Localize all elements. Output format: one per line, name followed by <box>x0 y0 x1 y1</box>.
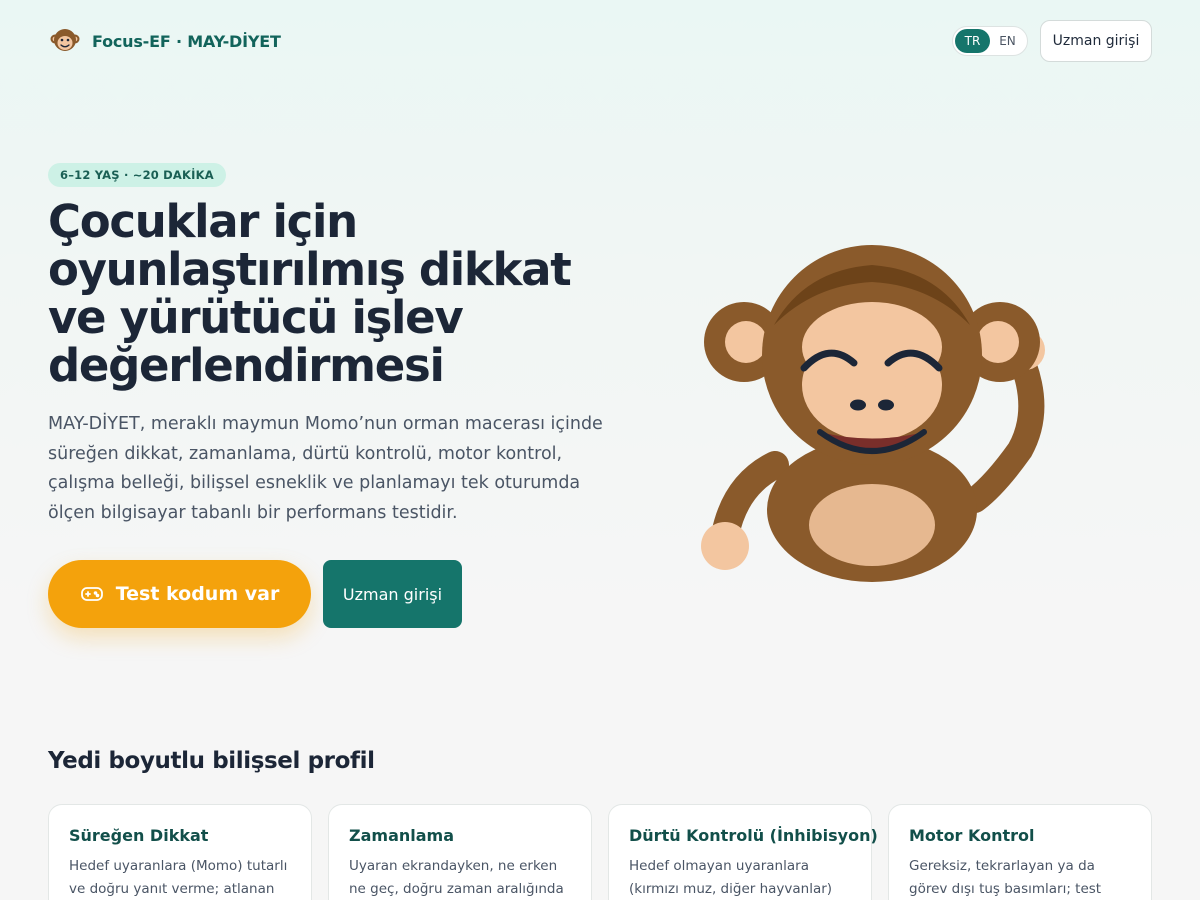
card-text: Gereksiz, tekrarlayan ya da görev dışı t… <box>909 858 1102 897</box>
monkey-logo-icon <box>50 29 80 51</box>
card-title: Zamanlama <box>349 826 455 845</box>
hero-title: Çocuklar için oyunlaştırılmış dikkat ve … <box>48 195 572 392</box>
card-text: Hedef uyaranlara (Momo) tutarlı ve doğru… <box>69 858 288 897</box>
card-title: Motor Kontrol <box>909 826 1035 845</box>
test-code-button[interactable]: Test kodum var <box>48 560 311 628</box>
monkey-mascot-illustration <box>701 245 1045 582</box>
gamepad-icon <box>80 587 103 601</box>
brand-name: Focus-EF · MAY-DİYET <box>92 31 281 51</box>
expert-login-button[interactable]: Uzman girişi <box>323 560 462 628</box>
lang-tr-button[interactable]: TR <box>955 29 990 53</box>
section-title: Yedi boyutlu bilişsel profil <box>48 748 375 774</box>
hero-description: MAY-DİYET, meraklı maymun Momo’nun orman… <box>48 414 603 523</box>
card-motor-control: Motor Kontrol Gereksiz, tekrarlayan ya d… <box>888 804 1152 900</box>
brand[interactable]: Focus-EF · MAY-DİYET <box>50 26 281 56</box>
card-title: Süreğen Dikkat <box>69 826 209 845</box>
card-text: Uyaran ekrandayken, ne erken ne geç, doğ… <box>349 858 564 897</box>
card-sustained-attention: Süreğen Dikkat Hedef uyaranlara (Momo) t… <box>48 804 312 900</box>
lang-en-button[interactable]: EN <box>990 29 1025 53</box>
header-expert-login-button[interactable]: Uzman girişi <box>1040 20 1152 62</box>
language-switch: TR EN <box>952 26 1028 56</box>
test-code-button-label: Test kodum var <box>115 583 280 605</box>
card-timing: Zamanlama Uyaran ekrandayken, ne erken n… <box>328 804 592 900</box>
top-header: Focus-EF · MAY-DİYET TR EN Uzman girişi <box>0 0 1200 82</box>
card-impulse-control: Dürtü Kontrolü (İnhibisyon) Hedef olmaya… <box>608 804 878 900</box>
card-title: Dürtü Kontrolü (İnhibisyon) <box>629 826 878 845</box>
age-duration-badge: 6–12 YAŞ · ~20 DAKİKA <box>48 163 226 187</box>
profile-cards: Süreğen Dikkat Hedef uyaranlara (Momo) t… <box>48 804 1152 900</box>
card-text: Hedef olmayan uyaranlara (kırmızı muz, d… <box>629 858 833 897</box>
